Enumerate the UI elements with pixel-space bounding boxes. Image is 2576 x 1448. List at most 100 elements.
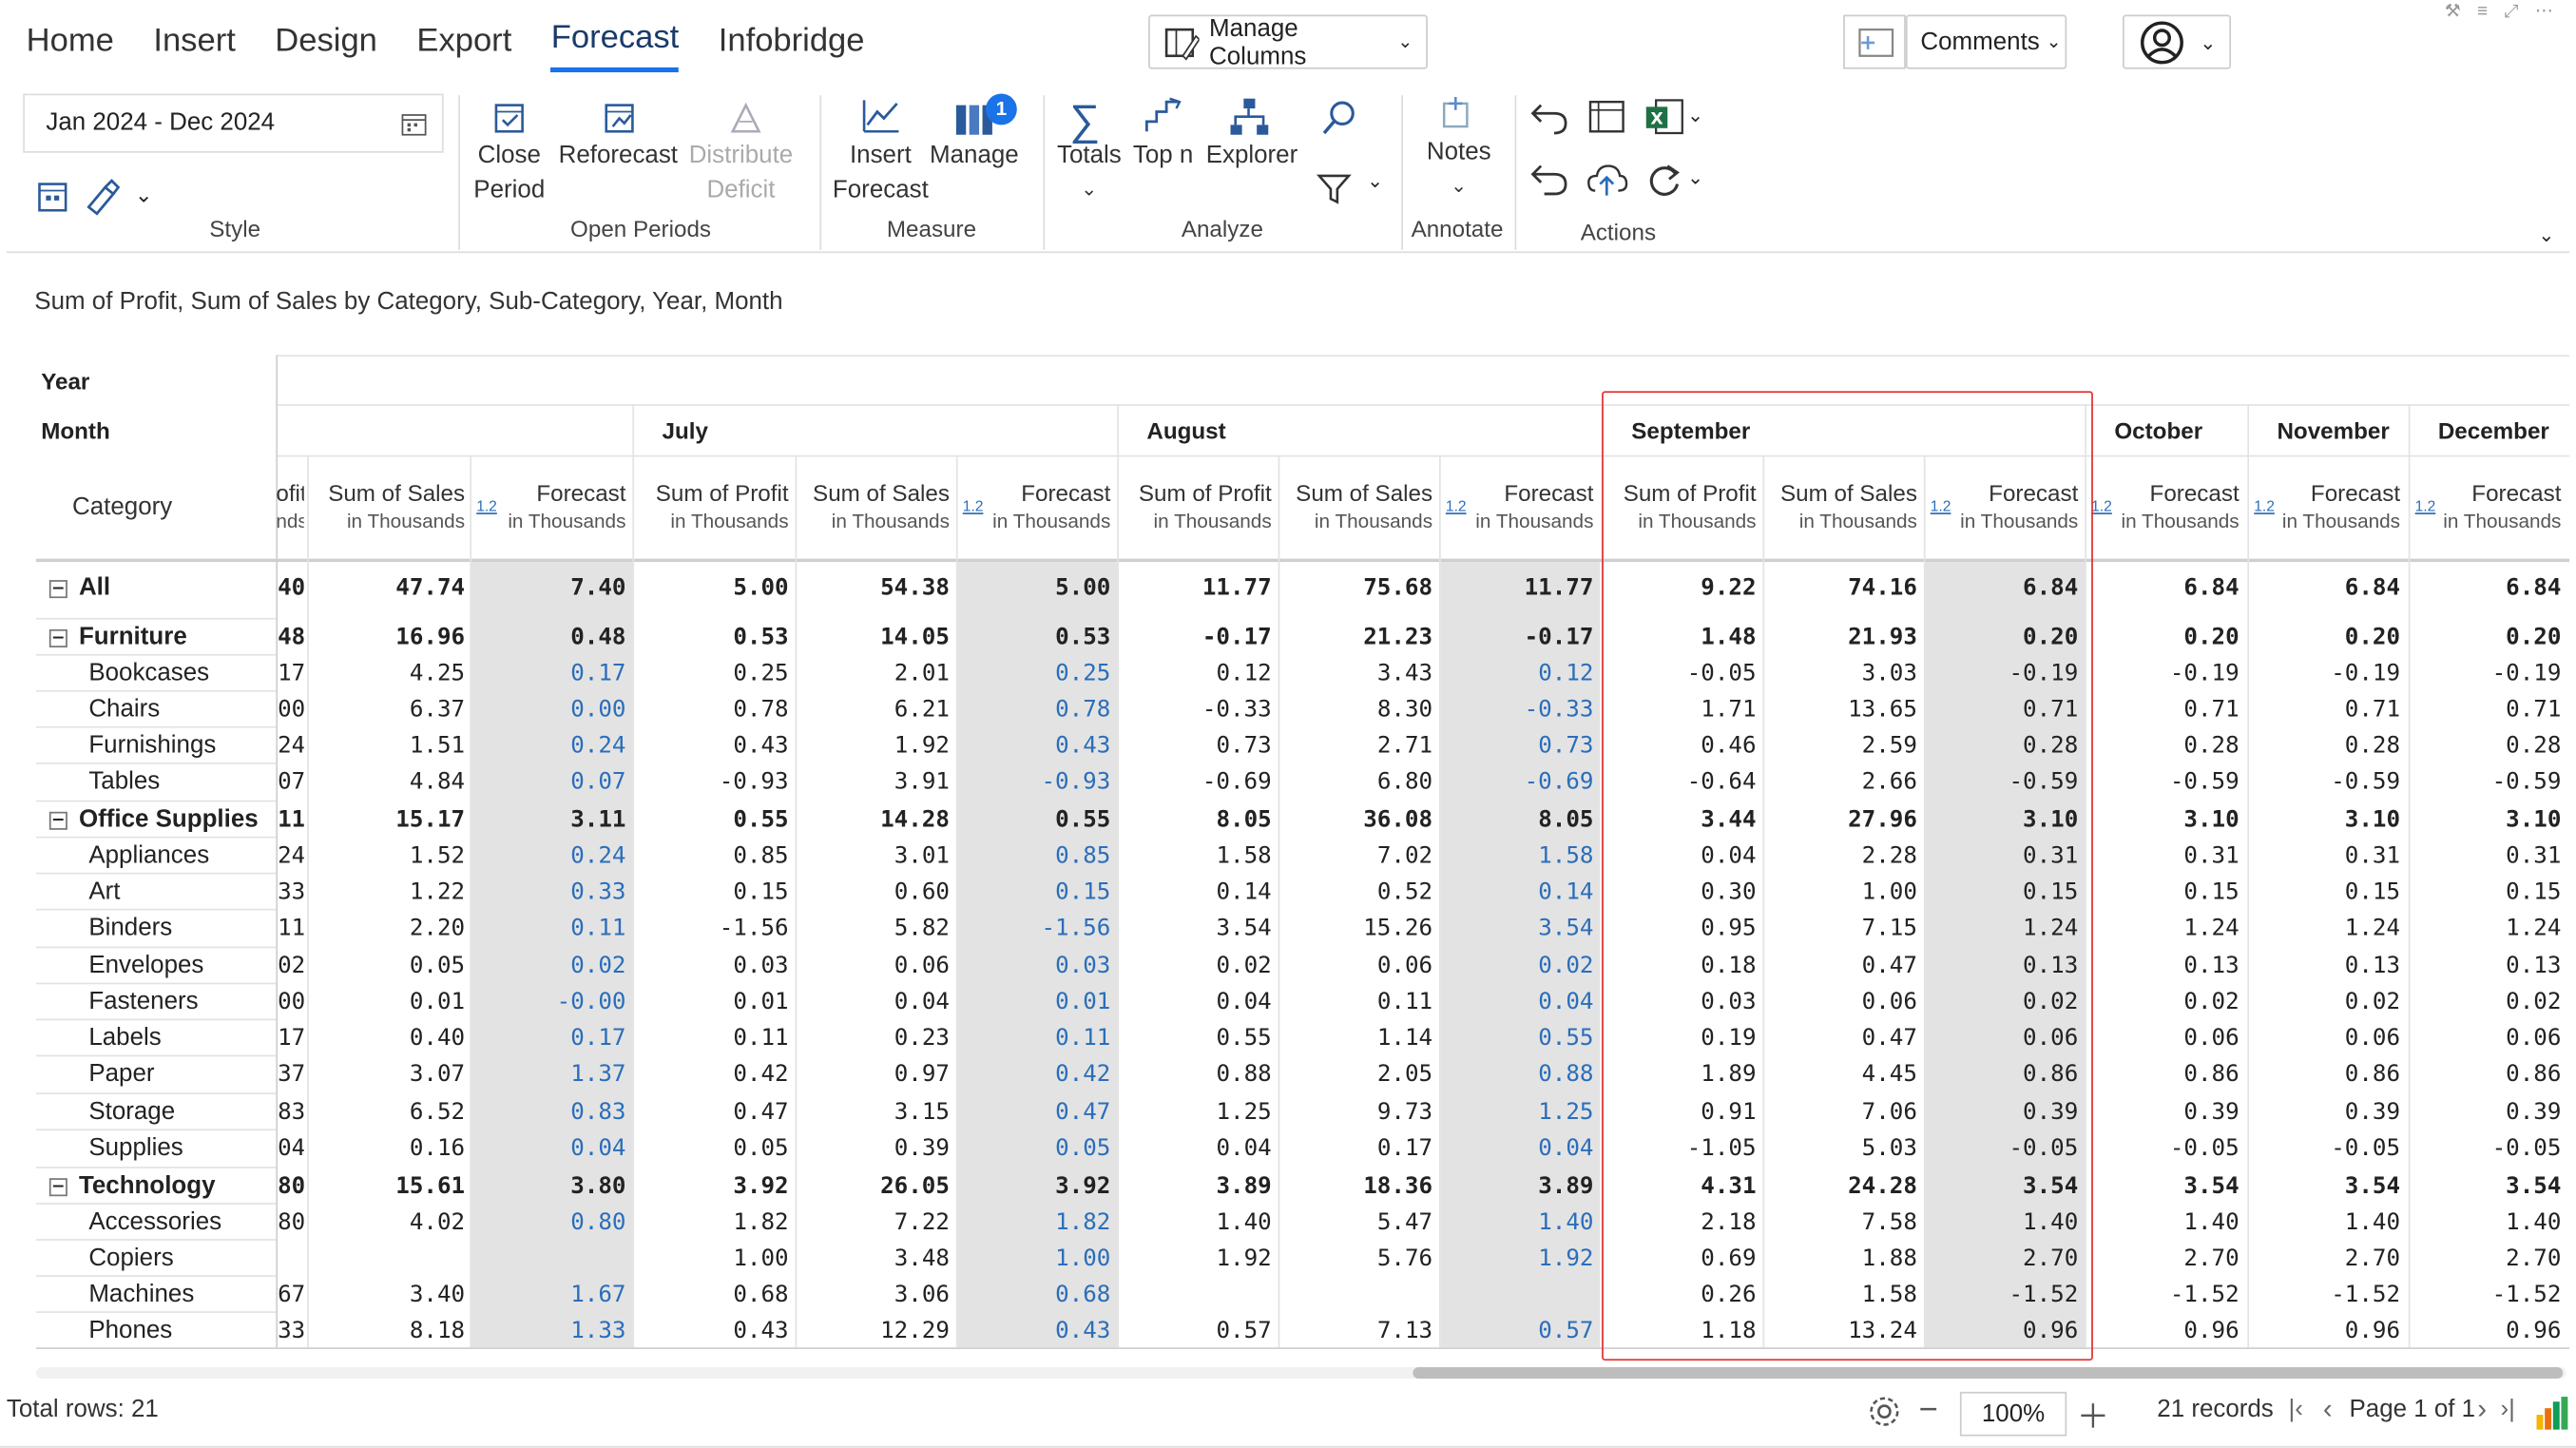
table-cell[interactable]: 0.04 bbox=[1441, 984, 1593, 1020]
reforecast-button[interactable]: Reforecast bbox=[559, 138, 678, 172]
table-cell[interactable]: 0.28 bbox=[2249, 728, 2400, 764]
table-cell[interactable]: 0.01 bbox=[958, 984, 1110, 1020]
table-cell[interactable]: -0.05 bbox=[2410, 1130, 2562, 1167]
table-cell[interactable]: 0.07 bbox=[471, 764, 625, 801]
table-cell[interactable]: 0.43 bbox=[958, 1313, 1110, 1349]
ruler-icon[interactable] bbox=[1586, 95, 1628, 138]
calendar-style-icon[interactable] bbox=[36, 178, 72, 217]
table-cell[interactable]: 0.71 bbox=[2249, 692, 2400, 728]
manage-columns-button[interactable]: Manage Columns ⌄ bbox=[1148, 14, 1428, 69]
table-cell[interactable]: 1.24 bbox=[2410, 910, 2561, 946]
table-cell[interactable] bbox=[1441, 1277, 1594, 1313]
table-cell[interactable]: 0.71 bbox=[2410, 692, 2561, 728]
manage-button[interactable]: Manage bbox=[927, 138, 1022, 172]
next-page-icon[interactable]: › bbox=[2477, 1394, 2487, 1427]
row-label[interactable]: Appliances bbox=[36, 838, 276, 874]
table-cell[interactable]: -1.52 bbox=[2249, 1277, 2400, 1313]
table-cell[interactable]: 0.06 bbox=[2410, 1020, 2561, 1056]
table-cell[interactable]: -0.05 bbox=[2086, 1130, 2240, 1167]
table-cell[interactable]: 0.11 bbox=[471, 910, 625, 946]
decimal-format-tag[interactable]: 1.2 bbox=[1446, 498, 1467, 514]
table-cell[interactable]: 0.39 bbox=[2086, 1094, 2239, 1130]
table-cell[interactable]: 0.39 bbox=[2249, 1094, 2400, 1130]
redo-icon[interactable] bbox=[1528, 160, 1570, 203]
table-cell[interactable]: -0.59 bbox=[2249, 764, 2400, 801]
collapse-icon[interactable]: − bbox=[48, 811, 67, 830]
table-cell[interactable]: 0.96 bbox=[2086, 1313, 2239, 1349]
excel-icon[interactable]: X bbox=[1643, 95, 1685, 138]
table-cell[interactable]: 0.14 bbox=[1441, 874, 1593, 910]
column-header-sales[interactable]: Sum of Sales in Thousands bbox=[309, 480, 465, 546]
table-cell[interactable]: 0.15 bbox=[2086, 874, 2239, 910]
table-cell[interactable]: 0.05 bbox=[958, 1130, 1110, 1167]
tab-infobridge[interactable]: Infobridge bbox=[719, 12, 865, 69]
collapse-icon[interactable]: − bbox=[48, 1178, 67, 1197]
refresh-icon[interactable] bbox=[1643, 160, 1685, 203]
insert-forecast-button[interactable]: Insert Forecast bbox=[832, 138, 931, 207]
table-cell[interactable]: 0.11 bbox=[958, 1020, 1110, 1056]
table-cell[interactable]: 0.02 bbox=[2410, 984, 2561, 1020]
chevron-down-icon[interactable]: ⌄ bbox=[1687, 104, 1703, 126]
search-icon[interactable] bbox=[1319, 99, 1358, 138]
table-cell[interactable]: -0.93 bbox=[958, 764, 1110, 801]
row-label[interactable]: Envelopes bbox=[36, 948, 276, 984]
table-cell[interactable]: 0.42 bbox=[958, 1056, 1110, 1092]
table-cell[interactable]: 0.24 bbox=[471, 838, 625, 874]
table-cell[interactable]: -0.00 bbox=[471, 984, 626, 1020]
add-comment-icon[interactable] bbox=[1843, 14, 1906, 69]
table-cell[interactable]: 0.31 bbox=[2249, 838, 2400, 874]
table-cell[interactable]: -1.52 bbox=[2410, 1277, 2562, 1313]
zoom-level-field[interactable]: 100% bbox=[1959, 1391, 2067, 1437]
table-cell[interactable]: 1.58 bbox=[1441, 838, 1593, 874]
cloud-upload-icon[interactable] bbox=[1586, 160, 1628, 203]
row-label[interactable]: Fasteners bbox=[36, 984, 276, 1020]
close-period-button[interactable]: Close Period bbox=[470, 138, 548, 207]
table-cell[interactable]: 0.25 bbox=[958, 656, 1110, 692]
first-page-icon[interactable]: |‹ bbox=[2289, 1395, 2303, 1422]
table-cell[interactable]: 1.40 bbox=[2086, 1205, 2239, 1241]
chevron-down-icon[interactable]: ⌄ bbox=[1367, 169, 1383, 192]
collapse-icon[interactable]: − bbox=[48, 580, 67, 599]
table-cell[interactable]: 0.03 bbox=[958, 948, 1110, 984]
decimal-format-tag[interactable]: 1.2 bbox=[476, 498, 497, 514]
table-cell[interactable]: 2.70 bbox=[2410, 1241, 2561, 1277]
row-label[interactable]: Art bbox=[36, 874, 276, 910]
tab-insert[interactable]: Insert bbox=[153, 12, 235, 69]
table-cell[interactable]: 0.28 bbox=[2086, 728, 2239, 764]
tab-forecast[interactable]: Forecast bbox=[550, 10, 680, 73]
row-label[interactable]: Accessories bbox=[36, 1205, 276, 1241]
table-cell[interactable]: 0.04 bbox=[471, 1130, 625, 1167]
table-cell[interactable]: 1.40 bbox=[1441, 1205, 1593, 1241]
row-label[interactable]: Furnishings bbox=[36, 728, 276, 764]
table-cell[interactable]: 1.82 bbox=[958, 1205, 1110, 1241]
table-cell[interactable]: 0.71 bbox=[2086, 692, 2239, 728]
table-cell[interactable]: -0.05 bbox=[2249, 1130, 2400, 1167]
table-cell[interactable]: 1.67 bbox=[471, 1277, 625, 1313]
decimal-format-tag[interactable]: 1.2 bbox=[2254, 498, 2275, 514]
row-label[interactable]: Copiers bbox=[36, 1241, 276, 1277]
decimal-format-tag[interactable]: 1.2 bbox=[963, 498, 984, 514]
table-cell[interactable]: 0.57 bbox=[1441, 1313, 1593, 1349]
table-cell[interactable]: 0.02 bbox=[2086, 984, 2239, 1020]
table-cell[interactable]: 1.92 bbox=[1441, 1241, 1593, 1277]
table-cell[interactable]: 0.06 bbox=[2086, 1020, 2239, 1056]
row-label[interactable]: Tables bbox=[36, 764, 276, 801]
table-cell[interactable]: 0.55 bbox=[1441, 1020, 1593, 1056]
table-cell[interactable]: -1.52 bbox=[2086, 1277, 2240, 1313]
table-cell[interactable]: 0.02 bbox=[1441, 948, 1593, 984]
table-cell[interactable]: 1.33 bbox=[471, 1313, 625, 1349]
window-controls[interactable]: ⚒≡⤢⋯ bbox=[2445, 0, 2570, 23]
chevron-down-icon[interactable]: ⌄ bbox=[1687, 166, 1703, 189]
table-cell[interactable]: 0.13 bbox=[2086, 948, 2239, 984]
table-cell[interactable]: -0.19 bbox=[2410, 656, 2562, 692]
table-cell[interactable]: 0.33 bbox=[471, 874, 625, 910]
table-cell[interactable]: 0.73 bbox=[1441, 728, 1593, 764]
table-cell[interactable]: 0.96 bbox=[2410, 1313, 2561, 1349]
decimal-format-tag[interactable]: 1.2 bbox=[2091, 498, 2112, 514]
paint-brush-icon[interactable] bbox=[82, 178, 121, 217]
table-cell[interactable]: 1.24 bbox=[2249, 910, 2400, 946]
table-cell[interactable]: 0.15 bbox=[2410, 874, 2561, 910]
column-header-profit-partial[interactable]: ofitnds bbox=[276, 480, 303, 546]
row-group-label[interactable]: − Technology bbox=[36, 1168, 276, 1205]
table-cell[interactable]: 0.31 bbox=[2410, 838, 2561, 874]
